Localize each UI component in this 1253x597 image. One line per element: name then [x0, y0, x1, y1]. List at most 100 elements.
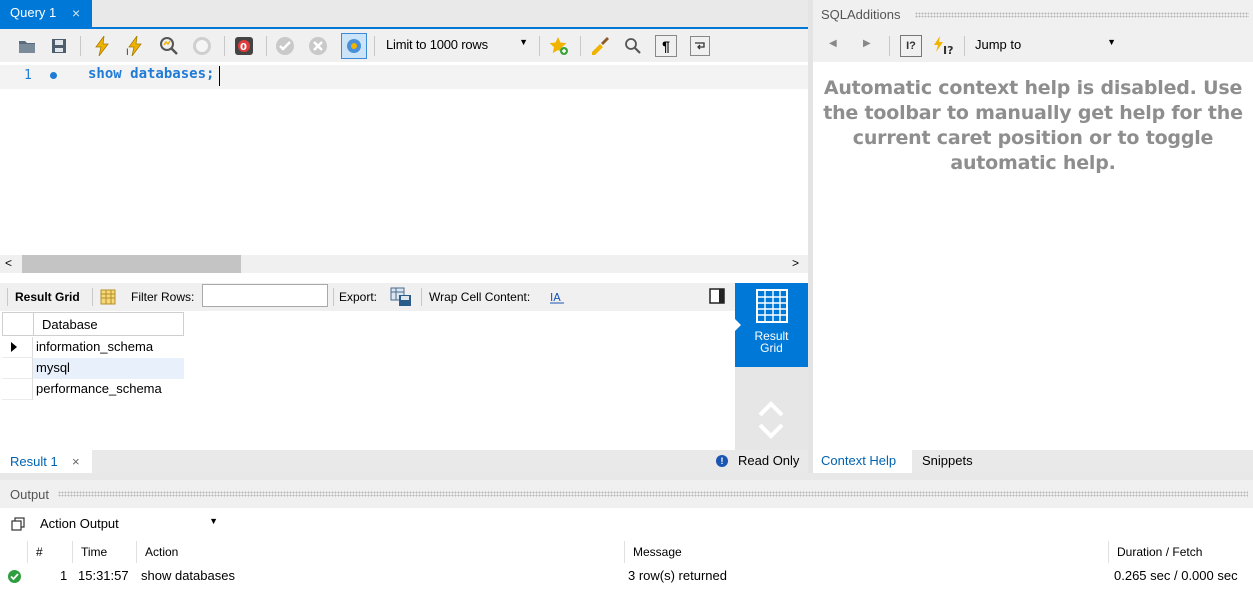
svg-text:0: 0 [240, 42, 247, 53]
execute-lightning-icon[interactable] [91, 35, 113, 57]
column-header-duration[interactable]: Duration / Fetch [1109, 541, 1253, 563]
add-snippet-star-icon[interactable] [547, 35, 571, 57]
wrap-cell-content-label: Wrap Cell Content: [429, 290, 531, 304]
column-header-number[interactable]: # [28, 541, 73, 563]
grid-cell[interactable]: information_schema [36, 339, 153, 354]
execute-current-icon[interactable]: I [124, 35, 146, 57]
horizontal-splitter[interactable] [0, 473, 1253, 480]
grid-corner-cell[interactable] [3, 313, 34, 335]
column-header-action[interactable]: Action [137, 541, 625, 563]
table-row[interactable]: mysql [2, 358, 184, 379]
output-grid: # Time Action Message Duration / Fetch 1… [0, 541, 1253, 597]
auto-help-icon[interactable]: I? [931, 35, 955, 57]
result-grid-side-label: Result Grid [754, 329, 789, 355]
svg-text:I?: I? [943, 44, 953, 56]
toggle-side-panel-icon[interactable] [708, 287, 726, 305]
editor-horizontal-scrollbar[interactable]: < > [0, 255, 808, 273]
explain-magnifier-icon[interactable] [157, 35, 181, 57]
scroll-down-chevron-icon[interactable] [757, 423, 785, 439]
tab-context-help-label: Context Help [821, 453, 897, 468]
back-arrow-icon[interactable]: ◀ [829, 38, 837, 49]
read-only-label: Read Only [738, 453, 800, 468]
close-icon[interactable]: × [72, 454, 80, 469]
output-row-message: 3 row(s) returned [628, 568, 727, 583]
invisible-chars-pilcrow-icon[interactable]: ¶ [655, 35, 677, 57]
scroll-left-icon[interactable]: < [5, 256, 12, 270]
output-type-value: Action Output [40, 516, 119, 531]
result-side-panel: Result Grid [735, 283, 808, 450]
toolbar-separator [92, 288, 93, 306]
query-toolbar: I 0 Limit to 1000 rows ▼ ¶ [0, 29, 808, 62]
column-header-database[interactable]: Database [42, 317, 98, 332]
result-toolbar: Result Grid Filter Rows: Export: Wrap Ce… [0, 283, 735, 311]
forward-arrow-icon[interactable]: ▶ [863, 38, 871, 49]
beautify-brush-icon[interactable] [588, 35, 612, 57]
success-check-icon [8, 570, 21, 583]
wrap-cell-toggle-icon[interactable]: IA [548, 288, 566, 306]
save-icon[interactable] [48, 35, 70, 57]
find-magnifier-icon[interactable] [622, 35, 644, 57]
limit-rows-value: Limit to 1000 rows [386, 37, 488, 52]
table-row[interactable]: performance_schema [2, 379, 184, 400]
table-row[interactable]: information_schema [2, 337, 184, 358]
tab-result-1[interactable]: Result 1 × [0, 450, 92, 473]
column-header-message[interactable]: Message [625, 541, 1109, 563]
scroll-right-icon[interactable]: > [792, 256, 799, 270]
autocommit-toggle-icon[interactable] [341, 33, 367, 59]
grid-cell[interactable]: performance_schema [36, 381, 162, 396]
open-folder-icon[interactable] [16, 35, 38, 57]
chevron-down-icon: ▼ [209, 516, 218, 526]
grid-cell[interactable]: mysql [36, 360, 70, 375]
output-type-select[interactable]: Action Output ▼ [36, 513, 222, 535]
jump-to-value: Jump to [975, 37, 1022, 52]
output-header: Output [0, 480, 1253, 508]
export-label: Export: [339, 290, 378, 304]
row-header[interactable] [2, 337, 33, 358]
tab-query-1[interactable]: Query 1 × [0, 0, 92, 27]
context-help-message: Automatic context help is disabled. Use … [823, 77, 1243, 174]
copy-icon[interactable] [10, 516, 26, 532]
output-row-time: 15:31:57 [78, 568, 129, 583]
tab-snippets[interactable]: Snippets [922, 453, 973, 468]
tab-result-1-label: Result 1 [10, 454, 58, 469]
toolbar-separator [266, 36, 267, 56]
output-row-action: show databases [141, 568, 235, 583]
filter-rows-input[interactable] [202, 284, 328, 307]
query-tab-strip: Query 1 × [0, 0, 808, 29]
limit-rows-select[interactable]: Limit to 1000 rows ▼ [382, 34, 536, 56]
svg-text:I: I [126, 48, 129, 56]
svg-text:IA: IA [550, 291, 561, 304]
sql-code-text[interactable]: show databases; [88, 66, 214, 82]
manual-help-icon[interactable]: I? [900, 35, 922, 57]
info-icon: ! [716, 455, 728, 467]
stop-hand-icon[interactable] [191, 35, 213, 57]
close-icon[interactable]: × [72, 5, 80, 21]
sql-editor[interactable]: 1 show databases; [0, 62, 808, 255]
toolbar-separator [539, 36, 540, 56]
row-header[interactable] [2, 358, 33, 379]
toolbar-separator [333, 288, 334, 306]
column-header-time[interactable]: Time [73, 541, 137, 563]
header-grip [915, 12, 1249, 18]
toolbar-separator [421, 288, 422, 306]
result-grid-label[interactable]: Result Grid [15, 290, 80, 304]
scrollbar-thumb[interactable] [22, 255, 241, 273]
scroll-up-chevron-icon[interactable] [757, 401, 785, 417]
result-grid: Database information_schema mysql perfor… [0, 311, 735, 450]
text-caret [219, 66, 220, 86]
commit-check-icon[interactable] [274, 35, 296, 57]
toolbar-separator [224, 36, 225, 56]
output-toolbar: Action Output ▼ [0, 508, 1253, 541]
word-wrap-icon[interactable] [690, 36, 710, 56]
grid-layout-icon[interactable] [98, 287, 118, 307]
export-icon[interactable] [389, 286, 413, 308]
rollback-x-icon[interactable] [307, 35, 329, 57]
result-grid-side-button[interactable]: Result Grid [735, 283, 808, 367]
tab-context-help[interactable]: Context Help [813, 450, 912, 473]
stop-on-error-icon[interactable]: 0 [233, 35, 255, 57]
current-row-arrow-icon [11, 342, 17, 352]
row-header[interactable] [2, 379, 33, 400]
jump-to-select[interactable]: Jump to ▼ [970, 34, 1122, 56]
grid-header-row: Database [2, 312, 184, 336]
column-header-status[interactable] [0, 541, 28, 563]
